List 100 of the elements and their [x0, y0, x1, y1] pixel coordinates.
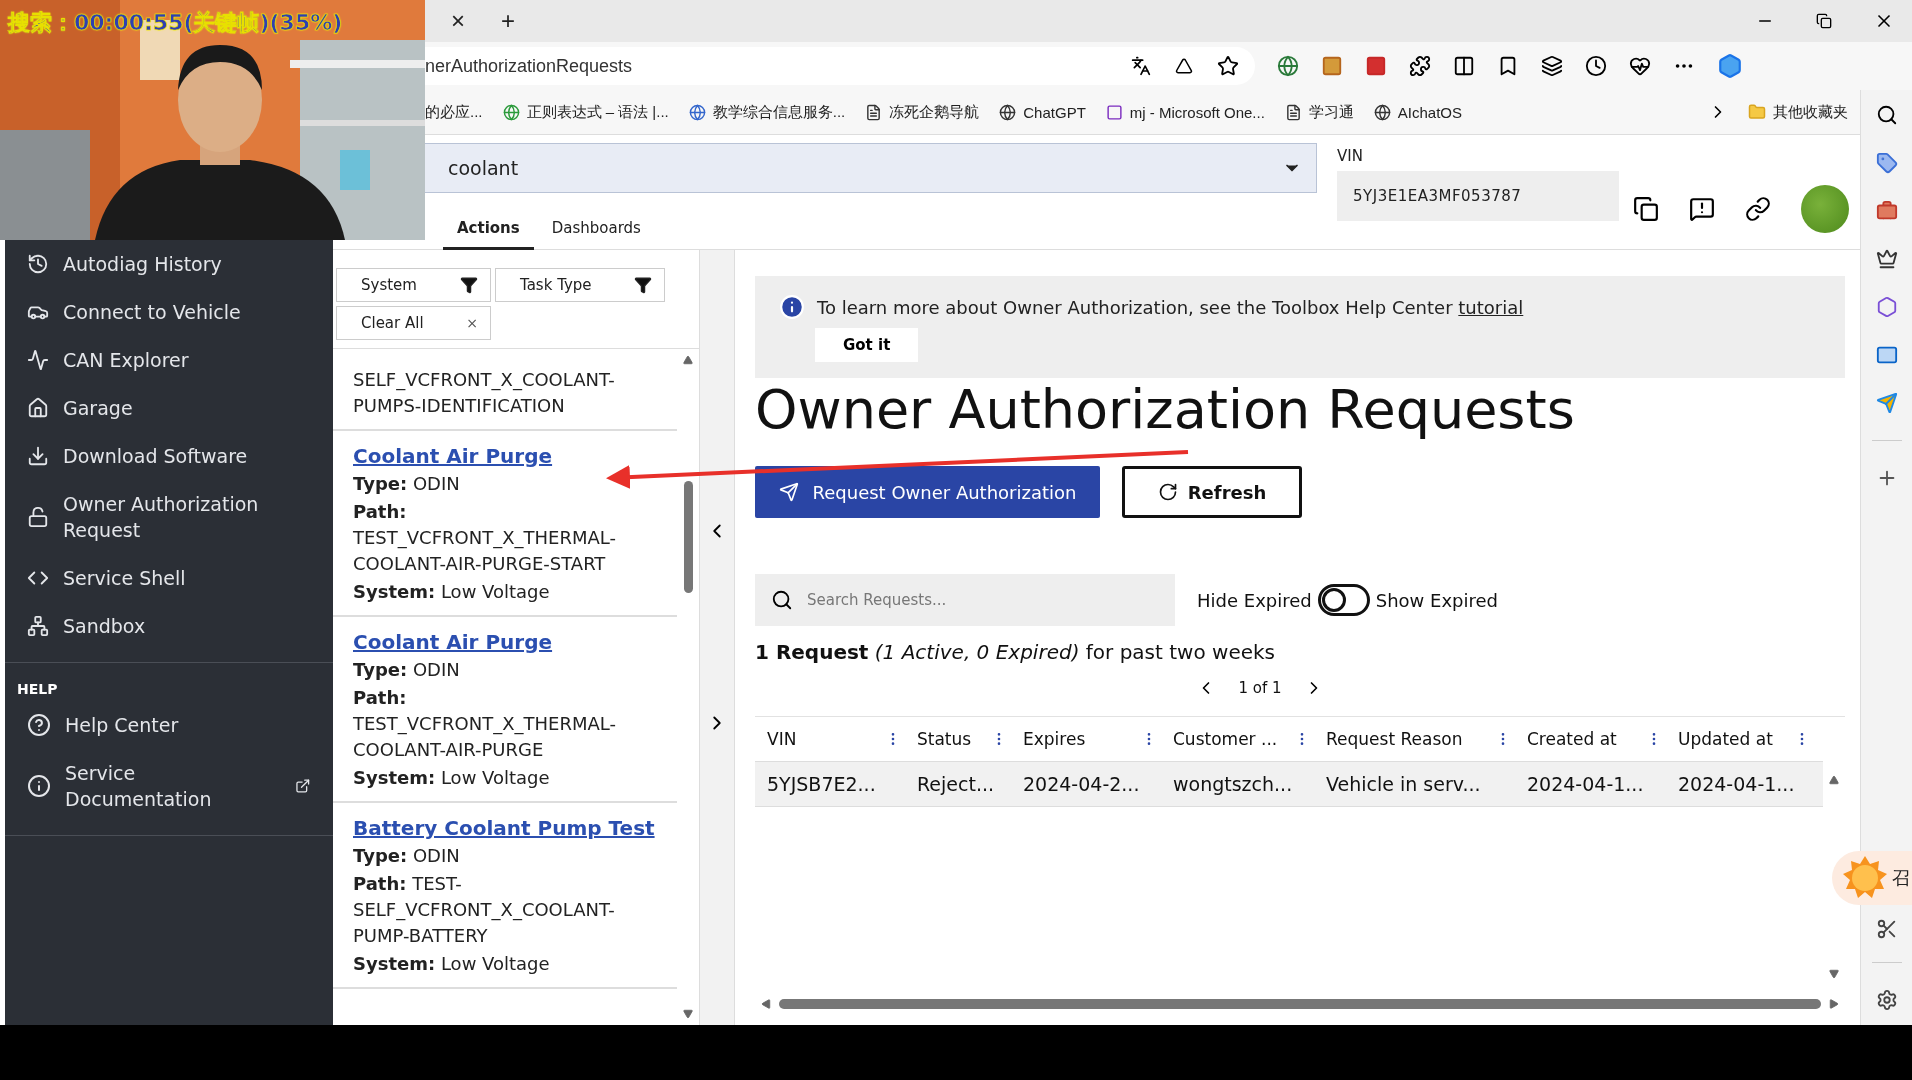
- restore-icon[interactable]: [1816, 13, 1832, 29]
- star-icon[interactable]: [1217, 55, 1239, 77]
- sidebar-item[interactable]: Download Software: [5, 432, 333, 480]
- split-screen-icon[interactable]: [1453, 55, 1475, 77]
- table-cell-text: 2024-04-2...: [1022, 773, 1141, 795]
- globe-icon[interactable]: [1277, 55, 1299, 77]
- search-icon: [771, 589, 793, 611]
- task-link[interactable]: Coolant Air Purge: [353, 629, 661, 655]
- column-header[interactable]: VIN: [767, 729, 797, 749]
- sidebar-item[interactable]: CAN Explorer: [5, 336, 333, 384]
- column-header[interactable]: Expires: [1023, 729, 1086, 749]
- page-indicator: 1 of 1: [1238, 679, 1282, 697]
- address-bar[interactable]: nerAuthorizationRequests: [425, 47, 1255, 85]
- feedback-icon[interactable]: [1689, 196, 1715, 222]
- search-field[interactable]: Search Requests...: [755, 574, 1175, 626]
- bookmark-folder[interactable]: 其他收藏夹: [1748, 102, 1848, 122]
- house-icon: [27, 397, 49, 419]
- avatar[interactable]: [1801, 185, 1849, 233]
- column-header[interactable]: Request Reason: [1326, 729, 1463, 749]
- system-text: System: Low Voltage: [353, 580, 551, 604]
- expired-toggle[interactable]: [1317, 584, 1370, 616]
- send-icon[interactable]: [1875, 392, 1898, 414]
- globe-icon: [1373, 103, 1391, 121]
- sidebar-item[interactable]: Owner Authorization Request: [5, 480, 333, 554]
- column-header[interactable]: Status: [917, 729, 972, 749]
- assistant-widget[interactable]: 召: [1832, 851, 1912, 905]
- path-text: Path: TEST-SELF_VCFRONT_X_COOLANT-PUMP-BATTERY: [353, 872, 616, 948]
- clear-icon: ×: [466, 315, 478, 331]
- new-tab-button[interactable]: +: [495, 7, 522, 35]
- history-icon[interactable]: [1585, 55, 1607, 77]
- scrollbar-thumb[interactable]: [683, 481, 693, 593]
- bookmark[interactable]: 冻死企鹅导航: [865, 102, 980, 122]
- hexagon-icon[interactable]: [1875, 296, 1898, 318]
- copy-icon[interactable]: [1633, 196, 1659, 222]
- scroll-up-icon[interactable]: [683, 355, 693, 365]
- path-text: Path: TEST_VCFRONT_X_THERMAL-COOLANT-AIR-PURGE: [353, 686, 617, 762]
- bookmark[interactable]: 学习通: [1284, 102, 1354, 122]
- system-text: System: Low Voltage: [353, 766, 551, 790]
- video-overlay-text: 搜索：00:00:55(关键帧)(35%): [8, 9, 343, 37]
- refresh-icon: [1157, 482, 1178, 502]
- tab[interactable]: Dashboards: [537, 213, 655, 250]
- bookmark[interactable]: 正则表达式 – 语法 |...: [502, 102, 669, 122]
- document-icon: [865, 103, 883, 121]
- table-cell-text: 5YJSB7E2...: [766, 773, 877, 795]
- type-text: Type: ODIN: [353, 472, 461, 496]
- filter-button[interactable]: System: [336, 268, 491, 302]
- tag-icon[interactable]: [1875, 152, 1898, 174]
- sidebar-item[interactable]: Service Documentation: [5, 749, 333, 823]
- link-icon[interactable]: [1745, 196, 1771, 222]
- table-cell-text: Vehicle in serv...: [1325, 773, 1482, 795]
- scroll-left-icon[interactable]: [761, 999, 771, 1009]
- scroll-right-icon[interactable]: [1829, 999, 1839, 1009]
- column-header[interactable]: Customer ...: [1173, 729, 1278, 749]
- help-icon: [27, 713, 51, 737]
- system-text: System: Low Voltage: [353, 952, 551, 976]
- health-icon[interactable]: [1629, 55, 1651, 77]
- type-text: Type: ODIN: [353, 844, 461, 868]
- sidebar-item[interactable]: Help Center: [5, 701, 333, 749]
- send-icon: [778, 482, 799, 502]
- pulse-icon: [27, 349, 49, 371]
- summary-text: 1 Request (1 Active, 0 Expired) for past two weeks: [755, 640, 1276, 664]
- sidebar-item[interactable]: Garage: [5, 384, 333, 432]
- bookmark[interactable]: 教学综合信息服务...: [688, 102, 846, 122]
- filter-button[interactable]: Task Type: [495, 268, 665, 302]
- sun-icon: [1842, 855, 1888, 901]
- screenshot-icon[interactable]: [1875, 918, 1898, 940]
- bookmark[interactable]: mj - Microsoft One...: [1105, 103, 1265, 121]
- bookmark[interactable]: AIchatOS: [1373, 103, 1463, 121]
- table-cell-text: wongtszch...: [1172, 773, 1294, 795]
- sidebar-item[interactable]: Connect to Vehicle: [5, 288, 333, 336]
- bookmark[interactable]: ChatGPT: [999, 103, 1086, 121]
- request-button[interactable]: Request Owner Authorization: [755, 466, 1100, 518]
- refresh-button[interactable]: Refresh: [1122, 466, 1302, 518]
- bookmark[interactable]: 的必应...: [425, 102, 483, 122]
- scroll-up-icon[interactable]: [1829, 775, 1839, 785]
- collections-icon[interactable]: [1541, 55, 1563, 77]
- translate-icon[interactable]: [1131, 56, 1151, 76]
- tutorial-link[interactable]: tutorial: [1458, 296, 1524, 318]
- got-it-button[interactable]: Got it: [815, 328, 919, 362]
- scrollbar-thumb[interactable]: [779, 999, 1821, 1009]
- scroll-down-icon[interactable]: [683, 1009, 693, 1019]
- table-cell-text: Reject...: [916, 773, 996, 795]
- column-header[interactable]: Updated at: [1678, 729, 1773, 749]
- sidebar-item[interactable]: Sandbox: [5, 602, 333, 650]
- sidebar-item[interactable]: Autodiag History: [5, 240, 333, 288]
- path-text: Path: TEST_VCFRONT_X_THERMAL-COOLANT-AIR-PURGE-START: [353, 500, 617, 576]
- briefcase-icon[interactable]: [1875, 200, 1898, 222]
- extensions-icon[interactable]: [1409, 55, 1431, 77]
- scroll-down-icon[interactable]: [1829, 969, 1839, 979]
- tab[interactable]: Actions: [443, 213, 534, 250]
- search-icon[interactable]: [1875, 104, 1898, 126]
- document-icon: [1284, 103, 1302, 121]
- task-link[interactable]: Battery Coolant Pump Test: [353, 815, 661, 841]
- tab-close-button[interactable]: ×: [445, 7, 471, 35]
- clear-all-button[interactable]: Clear All ×: [336, 306, 491, 340]
- settings-icon[interactable]: [1875, 989, 1898, 1011]
- column-header[interactable]: Created at: [1527, 729, 1617, 749]
- sidebar-item[interactable]: Service Shell: [5, 554, 333, 602]
- table-cell-text: 2024-04-1...: [1677, 773, 1796, 795]
- task-link[interactable]: Coolant Air Purge: [353, 443, 661, 469]
